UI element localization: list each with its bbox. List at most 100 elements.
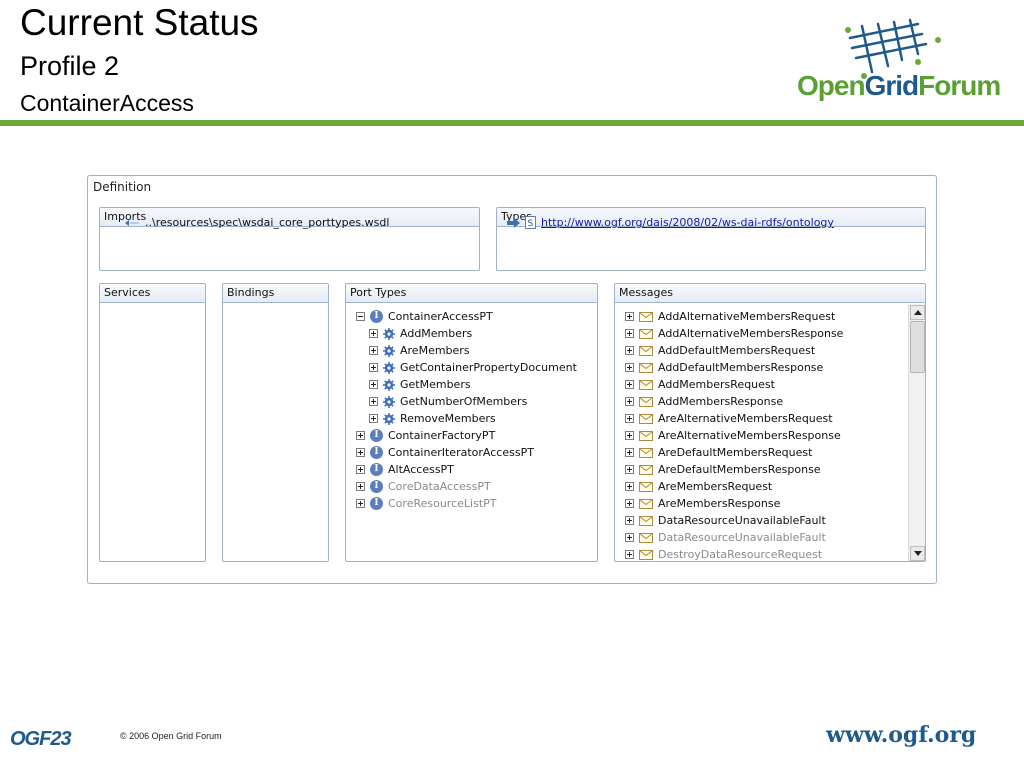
expand-icon[interactable] xyxy=(625,465,634,474)
envelope-icon xyxy=(639,413,653,424)
collapse-icon[interactable] xyxy=(356,312,365,321)
expand-icon[interactable] xyxy=(625,312,634,321)
message-item[interactable]: DestroyDataResourceRequest xyxy=(625,546,823,561)
slide-title: Current Status xyxy=(20,2,259,43)
wordmark-forum: Forum xyxy=(918,70,1001,101)
port-type-item[interactable]: I AltAccessPT xyxy=(356,461,454,478)
expand-icon[interactable] xyxy=(625,533,634,542)
operation-gear-icon xyxy=(383,395,395,408)
types-panel: Types S http://www.ogf.org/dais/2008/02/… xyxy=(496,207,926,271)
expand-icon[interactable] xyxy=(369,414,378,423)
expand-icon[interactable] xyxy=(369,363,378,372)
interface-icon: I xyxy=(370,463,383,476)
import-item[interactable]: ..\resources\spec\wsdai_core_porttypes.w… xyxy=(124,214,389,231)
operation-gear-icon xyxy=(383,412,395,425)
expand-icon[interactable] xyxy=(369,397,378,406)
message-item[interactable]: AddDefaultMembersRequest xyxy=(625,342,815,359)
tree-item-label: AddMembers xyxy=(400,327,473,340)
port-type-item[interactable]: I CoreResourceListPT xyxy=(356,495,497,512)
expand-icon[interactable] xyxy=(625,431,634,440)
expand-icon[interactable] xyxy=(356,448,365,457)
tree-item-label: AltAccessPT xyxy=(388,463,454,476)
types-item[interactable]: S http://www.ogf.org/dais/2008/02/ws-dai… xyxy=(507,214,834,231)
operation-item[interactable]: GetNumberOfMembers xyxy=(369,393,527,410)
definition-label: Definition xyxy=(93,180,152,194)
envelope-icon xyxy=(639,430,653,441)
scroll-thumb[interactable] xyxy=(910,321,925,373)
message-label: DestroyDataResourceRequest xyxy=(658,548,823,561)
message-item[interactable]: AreAlternativeMembersRequest xyxy=(625,410,833,427)
tree-item-label: CoreDataAccessPT xyxy=(388,480,491,493)
expand-icon[interactable] xyxy=(625,397,634,406)
interface-icon: I xyxy=(370,446,383,459)
types-namespace-link[interactable]: http://www.ogf.org/dais/2008/02/ws-dai-r… xyxy=(541,214,834,231)
expand-icon[interactable] xyxy=(356,431,365,440)
tree-item-label: CoreResourceListPT xyxy=(388,497,497,510)
envelope-icon xyxy=(639,464,653,475)
operation-item[interactable]: AreMembers xyxy=(369,342,470,359)
port-type-item[interactable]: I ContainerAccessPT xyxy=(356,308,493,325)
message-label: AddDefaultMembersResponse xyxy=(658,361,824,374)
message-label: AreDefaultMembersRequest xyxy=(658,446,813,459)
envelope-icon xyxy=(639,328,653,339)
expand-icon[interactable] xyxy=(356,499,365,508)
message-item[interactable]: AreMembersRequest xyxy=(625,478,772,495)
tree-item-label: ContainerFactoryPT xyxy=(388,429,496,442)
message-item[interactable]: AreMembersResponse xyxy=(625,495,780,512)
envelope-icon xyxy=(639,481,653,492)
expand-icon[interactable] xyxy=(625,499,634,508)
message-label: AddAlternativeMembersResponse xyxy=(658,327,844,340)
expand-icon[interactable] xyxy=(625,346,634,355)
expand-icon[interactable] xyxy=(625,380,634,389)
port-type-item[interactable]: I ContainerFactoryPT xyxy=(356,427,495,444)
envelope-icon xyxy=(639,379,653,390)
scroll-down-button[interactable] xyxy=(910,546,925,561)
tree-item-label: ContainerAccessPT xyxy=(388,310,493,323)
expand-icon[interactable] xyxy=(356,482,365,491)
operation-item[interactable]: GetMembers xyxy=(369,376,471,393)
message-item[interactable]: AreDefaultMembersResponse xyxy=(625,461,821,478)
slide-subtitle: Profile 2 xyxy=(20,51,120,81)
operation-gear-icon xyxy=(383,361,395,374)
message-item[interactable]: AddAlternativeMembersResponse xyxy=(625,325,843,342)
port-type-item[interactable]: I CoreDataAccessPT xyxy=(356,478,491,495)
expand-icon[interactable] xyxy=(625,414,634,423)
port-type-item[interactable]: I ContainerIteratorAccessPT xyxy=(356,444,534,461)
message-item[interactable]: AddAlternativeMembersRequest xyxy=(625,308,835,325)
expand-icon[interactable] xyxy=(369,346,378,355)
expand-icon[interactable] xyxy=(369,380,378,389)
message-item[interactable]: AreAlternativeMembersResponse xyxy=(625,427,841,444)
tree-item-label: AreMembers xyxy=(400,344,470,357)
message-item[interactable]: AddMembersResponse xyxy=(625,393,783,410)
operation-item[interactable]: GetContainerPropertyDocument xyxy=(369,359,577,376)
interface-icon: I xyxy=(370,310,383,323)
message-item[interactable]: DataResourceUnavailableFault xyxy=(625,512,826,529)
message-item[interactable]: AddDefaultMembersResponse xyxy=(625,359,823,376)
header-divider xyxy=(0,120,1024,126)
expand-icon[interactable] xyxy=(625,363,634,372)
message-item[interactable]: AreDefaultMembersRequest xyxy=(625,444,812,461)
message-label: AddMembersRequest xyxy=(658,378,775,391)
messages-scrollbar[interactable] xyxy=(908,304,925,561)
message-item[interactable]: AddMembersRequest xyxy=(625,376,775,393)
arrow-up-icon xyxy=(914,310,922,315)
operation-item[interactable]: RemoveMembers xyxy=(369,410,496,427)
expand-icon[interactable] xyxy=(356,465,365,474)
expand-icon[interactable] xyxy=(625,516,634,525)
expand-icon[interactable] xyxy=(369,329,378,338)
expand-icon[interactable] xyxy=(625,482,634,491)
message-label: AreMembersRequest xyxy=(658,480,773,493)
wordmark-open: Open xyxy=(797,70,866,101)
tree-item-label: GetMembers xyxy=(400,378,471,391)
message-item[interactable]: DataResourceUnavailableFault xyxy=(625,529,826,546)
arrow-down-icon xyxy=(914,551,922,556)
expand-icon[interactable] xyxy=(625,448,634,457)
wordmark-grid: Grid xyxy=(864,70,920,101)
operation-item[interactable]: AddMembers xyxy=(369,325,472,342)
expand-icon[interactable] xyxy=(625,550,634,559)
expand-icon[interactable] xyxy=(625,329,634,338)
envelope-icon xyxy=(639,498,653,509)
bindings-header: Bindings xyxy=(223,284,328,303)
envelope-icon xyxy=(639,345,653,356)
scroll-up-button[interactable] xyxy=(910,305,925,320)
